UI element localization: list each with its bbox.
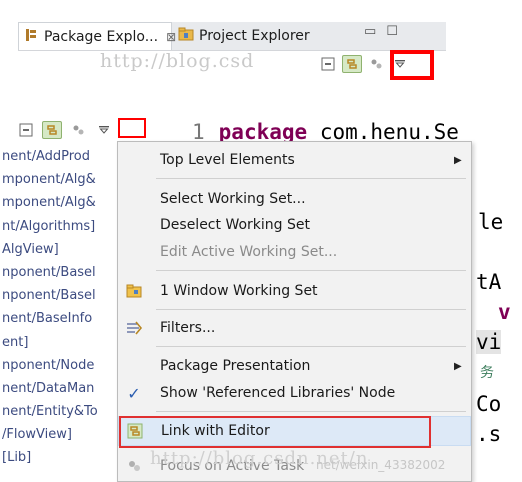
menu-separator: [156, 178, 466, 179]
highlight-box-view-menu: [390, 50, 434, 80]
menu-item-label: Deselect Working Set: [160, 217, 310, 233]
menu-separator: [156, 411, 466, 412]
maximize-icon[interactable]: ☐: [386, 24, 408, 39]
tab-label: Package Explo...: [44, 28, 159, 45]
tree-item[interactable]: nent/Entity&To: [0, 400, 118, 423]
menu-item-deselect-working-set[interactable]: Deselect Working Set: [118, 210, 471, 240]
submenu-arrow-icon: ▶: [454, 154, 462, 166]
code-fragment: v: [498, 300, 511, 324]
highlight-box-view-menu: [118, 118, 146, 138]
highlight-box-link-with-editor: [119, 416, 431, 448]
menu-item-edit-active-working-set[interactable]: Edit Active Working Set...: [118, 237, 471, 267]
tree-item[interactable]: AlgView]: [0, 238, 118, 261]
tree-item[interactable]: nent/AddProd: [0, 145, 118, 168]
view-menu-icon[interactable]: [94, 121, 114, 139]
tab-project-explorer[interactable]: Project Explorer: [178, 22, 372, 50]
menu-separator: [156, 346, 466, 347]
tree-item[interactable]: nponent/Basel: [0, 284, 118, 307]
menu-item-label: Package Presentation: [160, 358, 311, 374]
watermark: http://blog.csd: [100, 50, 255, 72]
menu-item-label: Show 'Referenced Libraries' Node: [160, 385, 396, 401]
code-fragment: le: [478, 210, 504, 234]
focus-task-icon[interactable]: [68, 121, 88, 139]
menu-item-show-referenced-libraries[interactable]: ✓ Show 'Referenced Libraries' Node: [118, 378, 471, 408]
close-icon[interactable]: ⊠: [166, 30, 176, 44]
view-tab-strip: Package Explo... ⊠ Project Explorer ▭☐ h…: [0, 0, 522, 84]
code-fragment: 务: [480, 365, 494, 381]
submenu-arrow-icon: ▶: [454, 360, 462, 372]
menu-item-label: Top Level Elements: [160, 152, 295, 168]
link-with-editor-icon[interactable]: [342, 55, 362, 73]
menu-separator: [156, 309, 466, 310]
menu-separator: [156, 270, 466, 271]
tree-item[interactable]: nent/BaseInfo: [0, 307, 118, 330]
menu-item-top-level-elements[interactable]: Top Level Elements ▶: [118, 145, 471, 175]
tab-package-explorer[interactable]: Package Explo... ⊠: [18, 22, 176, 50]
menu-item-label: Edit Active Working Set...: [160, 244, 338, 260]
tree-item[interactable]: mponent/Alg&: [0, 191, 118, 214]
package-tree: nent/AddProd mponent/Alg& mponent/Alg& n…: [0, 145, 118, 482]
project-explorer-icon: [178, 26, 194, 46]
tree-item[interactable]: /FlowView]: [0, 423, 118, 446]
minimize-icon[interactable]: ▭: [364, 24, 386, 39]
focus-task-icon[interactable]: [366, 55, 386, 73]
menu-item-filters[interactable]: Filters...: [118, 313, 471, 343]
tree-item[interactable]: nponent/Basel: [0, 261, 118, 284]
tree-item[interactable]: mponent/Alg&: [0, 168, 118, 191]
working-set-icon: [124, 281, 144, 301]
check-icon: ✓: [127, 383, 141, 403]
code-fragment: .s: [476, 422, 502, 446]
code-fragment: tA: [476, 270, 502, 294]
link-with-editor-icon[interactable]: [42, 121, 62, 139]
menu-item-label: Select Working Set...: [160, 191, 306, 207]
menu-item-label: 1 Window Working Set: [160, 283, 318, 299]
collapse-all-icon[interactable]: [318, 55, 338, 73]
filter-icon: [124, 318, 144, 338]
tree-item[interactable]: nent/DataMan: [0, 377, 118, 400]
collapse-all-icon[interactable]: [16, 121, 36, 139]
focus-task-icon: [124, 456, 144, 476]
tree-item[interactable]: nponent/Node: [0, 354, 118, 377]
code-fragment: vi: [476, 330, 502, 354]
watermark: net/weixin_43382002: [316, 458, 446, 472]
menu-item-window-working-set[interactable]: 1 Window Working Set: [118, 276, 471, 306]
menu-item-label: Filters...: [160, 320, 216, 336]
tree-item[interactable]: [Lib]: [0, 446, 118, 469]
tab-label: Project Explorer: [199, 28, 310, 44]
tree-item[interactable]: ent]: [0, 331, 118, 354]
package-explorer-icon: [23, 27, 39, 47]
menu-item-package-presentation[interactable]: Package Presentation ▶: [118, 351, 471, 381]
view-min-max: ▭☐: [364, 24, 408, 39]
tree-item[interactable]: nt/Algorithms]: [0, 215, 118, 238]
code-fragment: Co: [476, 392, 502, 416]
